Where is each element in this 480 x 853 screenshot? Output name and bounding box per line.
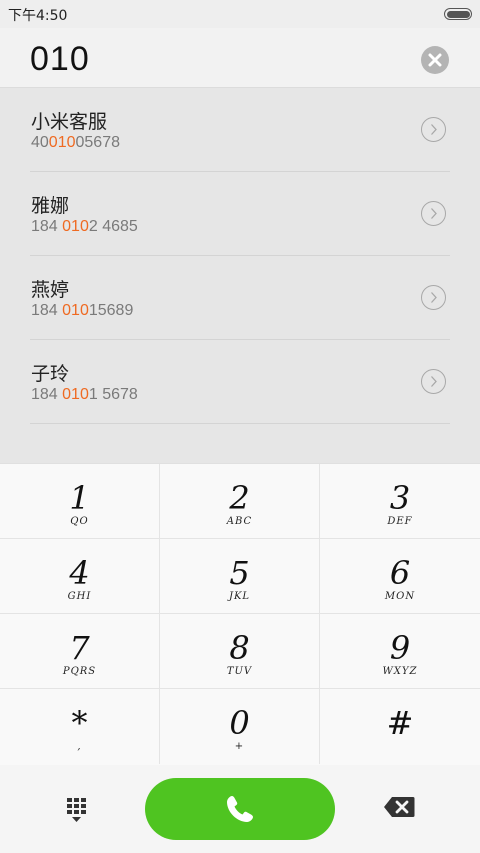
search-results: 小米客服 4001005678 雅娜 184 0102 4685 燕婷 184 … [0, 88, 480, 463]
contact-number: 184 0102 4685 [31, 218, 138, 235]
key-digit: 5 [229, 554, 250, 592]
key-digit: 3 [389, 479, 411, 517]
dialed-number: 010 [30, 40, 90, 78]
key-digit: 8 [229, 629, 250, 667]
result-row[interactable]: 雅娜 184 0102 4685 [0, 172, 480, 256]
key-letters: JKL [228, 591, 251, 602]
status-time: 下午4:50 [8, 8, 68, 24]
key-letters: TUV [226, 666, 253, 677]
backspace-icon[interactable] [383, 796, 415, 818]
key-letters: DEF [387, 516, 413, 527]
key-digit: 0 [229, 704, 250, 742]
key-digit: 4 [69, 554, 90, 592]
chevron-right-circle-icon[interactable] [421, 201, 446, 226]
key-letters: QO [70, 516, 89, 527]
key-letters: WXYZ [382, 666, 418, 677]
key-hash[interactable]: # [320, 689, 480, 764]
key-5[interactable]: 5 JKL [160, 539, 320, 614]
key-3[interactable]: 3 DEF [320, 464, 480, 539]
key-0[interactable]: 0 + [160, 689, 320, 764]
key-star[interactable]: * , [0, 689, 160, 764]
dial-keypad: 1 QO 2 ABC 3 DEF 4 GHI 5 JKL 6 MON 7 PQR… [0, 463, 480, 765]
call-button[interactable] [145, 778, 335, 840]
number-match: 010 [62, 302, 89, 319]
chevron-right-circle-icon[interactable] [421, 285, 446, 310]
chevron-right-circle-icon[interactable] [421, 369, 446, 394]
bottom-bar [0, 765, 480, 853]
contact-number: 184 01015689 [31, 302, 134, 319]
status-bar: 下午4:50 [0, 0, 480, 28]
number-match: 010 [48, 134, 76, 151]
key-letters: GHI [67, 591, 92, 602]
key-digit: 6 [389, 554, 411, 592]
contact-number: 184 0101 5678 [31, 386, 138, 403]
number-bar: 010 [0, 28, 480, 88]
key-letters: + [234, 741, 245, 752]
phone-icon [227, 796, 253, 822]
contact-name: 子玲 [31, 363, 70, 385]
key-7[interactable]: 7 PQRS [0, 614, 160, 689]
number-match: 010 [62, 386, 89, 403]
key-digit: 2 [229, 479, 250, 517]
chevron-right-circle-icon[interactable] [421, 117, 446, 142]
key-digit: * [71, 704, 88, 742]
contact-name: 小米客服 [31, 111, 108, 133]
dialpad-icon[interactable] [66, 797, 92, 823]
key-letters: MON [384, 591, 416, 602]
key-letters: ABC [226, 516, 253, 527]
key-digit: # [386, 704, 414, 742]
key-1[interactable]: 1 QO [0, 464, 160, 539]
key-letters: , [77, 741, 82, 752]
key-letters: PQRS [62, 666, 97, 677]
number-match: 010 [62, 218, 89, 235]
key-6[interactable]: 6 MON [320, 539, 480, 614]
key-digit: 9 [389, 629, 411, 667]
key-8[interactable]: 8 TUV [160, 614, 320, 689]
result-row[interactable]: 燕婷 184 01015689 [0, 256, 480, 340]
key-9[interactable]: 9 WXYZ [320, 614, 480, 689]
result-row[interactable]: 小米客服 4001005678 [0, 88, 480, 172]
contact-name: 燕婷 [31, 279, 70, 301]
result-row[interactable]: 子玲 184 0101 5678 [0, 340, 480, 424]
battery-icon [444, 8, 472, 20]
key-4[interactable]: 4 GHI [0, 539, 160, 614]
key-2[interactable]: 2 ABC [160, 464, 320, 539]
key-digit: 1 [69, 479, 90, 517]
contact-number: 4001005678 [31, 134, 120, 151]
close-circle-icon[interactable] [421, 46, 449, 74]
key-digit: 7 [69, 629, 90, 667]
contact-name: 雅娜 [31, 195, 70, 217]
